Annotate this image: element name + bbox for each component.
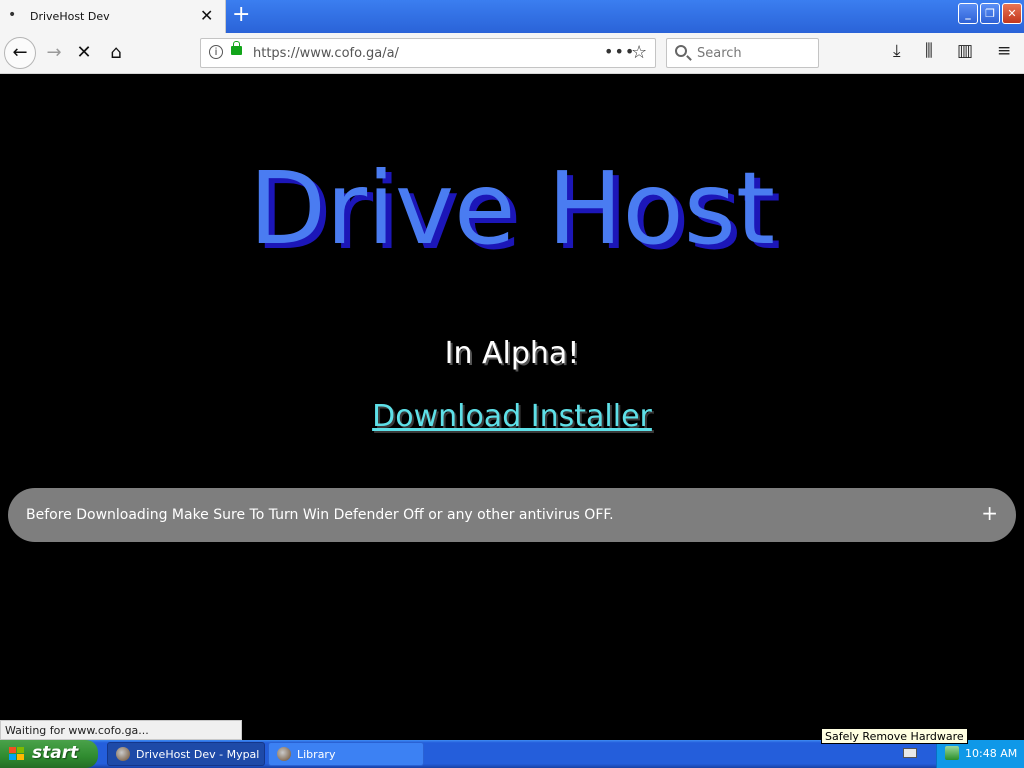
- address-bar[interactable]: i https://www.cofo.ga/a/ ••• ☆: [200, 38, 656, 68]
- search-icon: [675, 45, 687, 57]
- tab-title: DriveHost Dev: [30, 10, 110, 23]
- stop-button[interactable]: ✕: [70, 39, 98, 67]
- window-controls: _ ❐ ✕: [958, 3, 1024, 24]
- taskbar: start DriveHost Dev - Mypal Library 10:4…: [0, 740, 1024, 768]
- download-installer-link[interactable]: Download Installer: [372, 399, 652, 434]
- taskbar-item-mypal[interactable]: DriveHost Dev - Mypal: [107, 742, 265, 766]
- taskbar-item-label: DriveHost Dev - Mypal: [136, 748, 260, 761]
- start-label: start: [32, 743, 79, 763]
- navigation-toolbar: ← → ✕ ⌂ i https://www.cofo.ga/a/ ••• ☆ S…: [0, 33, 1024, 74]
- mypal-icon: [277, 747, 291, 761]
- sidebar-icon[interactable]: ▥: [957, 41, 973, 61]
- system-tray: 10:48 AM: [936, 740, 1024, 768]
- expand-icon[interactable]: +: [981, 501, 998, 525]
- url-text[interactable]: https://www.cofo.ga/a/: [253, 46, 399, 61]
- downloads-icon[interactable]: ⤓: [893, 41, 901, 61]
- page-heading: Drive Host: [248, 150, 776, 267]
- search-placeholder: Search: [697, 46, 742, 61]
- library-icon[interactable]: ⫼: [925, 41, 933, 61]
- restore-button[interactable]: ❐: [980, 3, 1000, 24]
- tab-close-icon[interactable]: ✕: [200, 6, 213, 25]
- close-window-button[interactable]: ✕: [1002, 3, 1022, 24]
- clock[interactable]: 10:48 AM: [965, 747, 1017, 760]
- lock-icon: [231, 41, 242, 55]
- forward-button[interactable]: →: [40, 39, 68, 67]
- safely-remove-hardware-icon[interactable]: [945, 746, 959, 760]
- notice-text: Before Downloading Make Sure To Turn Win…: [26, 507, 614, 523]
- new-tab-button[interactable]: +: [232, 3, 250, 27]
- home-button[interactable]: ⌂: [102, 39, 130, 67]
- info-icon[interactable]: i: [209, 45, 223, 59]
- windows-logo-icon: [9, 747, 25, 761]
- tab-loading-indicator: •: [8, 7, 17, 23]
- status-bar: Waiting for www.cofo.ga...: [0, 720, 242, 740]
- taskbar-item-library[interactable]: Library: [268, 742, 424, 766]
- minimize-button[interactable]: _: [958, 3, 978, 24]
- back-button[interactable]: ←: [4, 37, 36, 69]
- page-subtitle: In Alpha!: [444, 336, 580, 371]
- start-button[interactable]: start: [0, 740, 98, 768]
- download-section: Download Installer: [0, 399, 1024, 434]
- page-content: Drive Host In Alpha! Download Installer …: [0, 74, 1024, 740]
- tooltip: Safely Remove Hardware: [821, 728, 968, 744]
- mypal-icon: [116, 747, 130, 761]
- taskbar-item-label: Library: [297, 748, 336, 761]
- search-input[interactable]: Search: [666, 38, 819, 68]
- bookmark-star-icon[interactable]: ☆: [631, 42, 647, 63]
- keyboard-icon[interactable]: [903, 748, 917, 758]
- tab-strip: • DriveHost Dev ✕ + _ ❐ ✕: [0, 0, 1024, 34]
- notice-accordion[interactable]: Before Downloading Make Sure To Turn Win…: [8, 488, 1016, 542]
- tab-drivehost[interactable]: • DriveHost Dev ✕: [0, 0, 226, 34]
- menu-icon[interactable]: ≡: [997, 41, 1011, 61]
